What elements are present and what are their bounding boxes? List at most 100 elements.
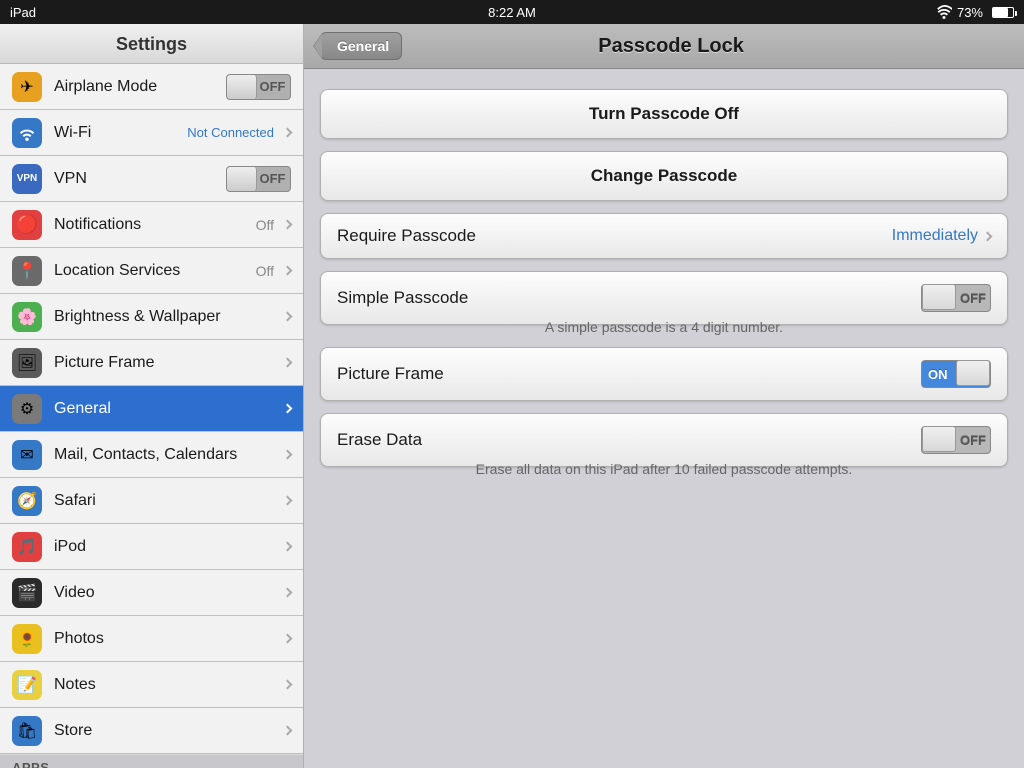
wifi-setting-icon <box>12 118 42 148</box>
erase-data-toggle[interactable]: OFF <box>921 426 991 454</box>
sidebar-item-wifi[interactable]: Wi-Fi Not Connected <box>0 110 303 156</box>
airplane-mode-label: Airplane Mode <box>54 78 226 96</box>
sidebar-item-notifications[interactable]: 🔴 Notifications Off <box>0 202 303 248</box>
sidebar-item-store[interactable]: 🛍 Store <box>0 708 303 754</box>
location-icon: 📍 <box>12 256 42 286</box>
photos-chevron <box>283 634 293 644</box>
erase-data-toggle-knob <box>922 426 956 452</box>
location-value: Off <box>256 263 274 279</box>
simple-passcode-toggle[interactable]: OFF <box>921 284 991 312</box>
safari-icon: 🧭 <box>12 486 42 516</box>
simple-passcode-toggle-knob <box>922 284 956 310</box>
location-label: Location Services <box>54 262 256 280</box>
simple-passcode-hint: A simple passcode is a 4 digit number. <box>320 319 1008 335</box>
location-chevron <box>283 266 293 276</box>
picture-frame-row[interactable]: Picture Frame ON <box>320 347 1008 401</box>
notifications-icon: 🔴 <box>12 210 42 240</box>
airplane-mode-icon: ✈ <box>12 72 42 102</box>
battery-icon <box>992 7 1014 18</box>
sidebar-item-photos[interactable]: 🌻 Photos <box>0 616 303 662</box>
notes-label: Notes <box>54 676 280 694</box>
simple-passcode-label: Simple Passcode <box>337 288 921 308</box>
general-icon: ⚙ <box>12 394 42 424</box>
content-area: General Passcode Lock Turn Passcode Off … <box>304 24 1024 768</box>
sidebar-item-vpn[interactable]: VPN VPN OFF <box>0 156 303 202</box>
picture-frame-toggle-knob <box>956 360 990 386</box>
vpn-toggle[interactable]: OFF <box>226 166 291 192</box>
toggle-label: OFF <box>257 79 290 94</box>
notes-icon: 📝 <box>12 670 42 700</box>
status-right: 73% <box>936 5 1014 20</box>
picture-frame-label: Picture Frame <box>54 354 280 372</box>
sidebar-item-brightness-wallpaper[interactable]: 🌸 Brightness & Wallpaper <box>0 294 303 340</box>
general-chevron <box>283 404 293 414</box>
vpn-icon: VPN <box>12 164 42 194</box>
ipod-chevron <box>283 542 293 552</box>
sidebar-item-video[interactable]: 🎬 Video <box>0 570 303 616</box>
device-name: iPad <box>10 5 36 20</box>
brightness-chevron <box>283 312 293 322</box>
video-label: Video <box>54 584 280 602</box>
mail-label: Mail, Contacts, Calendars <box>54 446 280 464</box>
sidebar-title: Settings <box>0 24 303 64</box>
require-passcode-row[interactable]: Require Passcode Immediately <box>320 213 1008 259</box>
brightness-icon: 🌸 <box>12 302 42 332</box>
wifi-chevron <box>283 128 293 138</box>
mail-icon: ✉ <box>12 440 42 470</box>
sidebar-item-mail[interactable]: ✉ Mail, Contacts, Calendars <box>0 432 303 478</box>
content-title: Passcode Lock <box>414 35 928 58</box>
simple-passcode-toggle-off-text: OFF <box>960 291 986 306</box>
vpn-label: VPN <box>54 170 226 188</box>
sidebar: Settings ✈ Airplane Mode OFF Wi-Fi Not C… <box>0 24 304 768</box>
vpn-toggle-knob <box>227 167 257 191</box>
sidebar-item-picture-frame[interactable]: 🖼 Picture Frame <box>0 340 303 386</box>
general-label: General <box>54 400 280 418</box>
sidebar-item-location-services[interactable]: 📍 Location Services Off <box>0 248 303 294</box>
status-bar: iPad 8:22 AM 73% <box>0 0 1024 24</box>
erase-data-toggle-off-text: OFF <box>960 433 986 448</box>
require-passcode-value: Immediately <box>892 227 978 245</box>
require-passcode-label: Require Passcode <box>337 226 892 246</box>
simple-passcode-section: Simple Passcode OFF A simple passcode is… <box>320 271 1008 335</box>
video-chevron <box>283 588 293 598</box>
sidebar-item-general[interactable]: ⚙ General <box>0 386 303 432</box>
picture-frame-content-label: Picture Frame <box>337 364 921 384</box>
safari-label: Safari <box>54 492 280 510</box>
video-icon: 🎬 <box>12 578 42 608</box>
photos-icon: 🌻 <box>12 624 42 654</box>
sidebar-item-safari[interactable]: 🧭 Safari <box>0 478 303 524</box>
brightness-label: Brightness & Wallpaper <box>54 308 280 326</box>
change-passcode-button[interactable]: Change Passcode <box>320 151 1008 201</box>
airplane-mode-toggle[interactable]: OFF <box>226 74 291 100</box>
store-label: Store <box>54 722 280 740</box>
back-button[interactable]: General <box>320 32 402 60</box>
erase-data-label: Erase Data <box>337 430 921 450</box>
picture-frame-toggle-on-text: ON <box>928 367 948 382</box>
picture-frame-toggle[interactable]: ON <box>921 360 991 388</box>
notifications-value: Off <box>256 217 274 233</box>
picture-frame-chevron <box>283 358 293 368</box>
sidebar-item-ipod[interactable]: 🎵 iPod <box>0 524 303 570</box>
safari-chevron <box>283 496 293 506</box>
erase-data-section: Erase Data OFF Erase all data on this iP… <box>320 413 1008 477</box>
store-icon: 🛍 <box>12 716 42 746</box>
require-passcode-chevron <box>983 231 993 241</box>
main-layout: Settings ✈ Airplane Mode OFF Wi-Fi Not C… <box>0 24 1024 768</box>
battery-percent: 73% <box>957 5 983 20</box>
notes-chevron <box>283 680 293 690</box>
content-body: Turn Passcode Off Change Passcode Requir… <box>304 69 1024 768</box>
erase-data-hint: Erase all data on this iPad after 10 fai… <box>320 461 1008 477</box>
sidebar-item-notes[interactable]: 📝 Notes <box>0 662 303 708</box>
vpn-toggle-label: OFF <box>257 171 290 186</box>
apps-section-header: Apps <box>0 754 303 768</box>
erase-data-row[interactable]: Erase Data OFF <box>320 413 1008 467</box>
notifications-label: Notifications <box>54 216 256 234</box>
toggle-knob <box>227 75 257 99</box>
ipod-icon: 🎵 <box>12 532 42 562</box>
turn-passcode-off-button[interactable]: Turn Passcode Off <box>320 89 1008 139</box>
ipod-label: iPod <box>54 538 280 556</box>
wifi-icon <box>936 5 952 19</box>
photos-label: Photos <box>54 630 280 648</box>
simple-passcode-row[interactable]: Simple Passcode OFF <box>320 271 1008 325</box>
sidebar-item-airplane-mode[interactable]: ✈ Airplane Mode OFF <box>0 64 303 110</box>
